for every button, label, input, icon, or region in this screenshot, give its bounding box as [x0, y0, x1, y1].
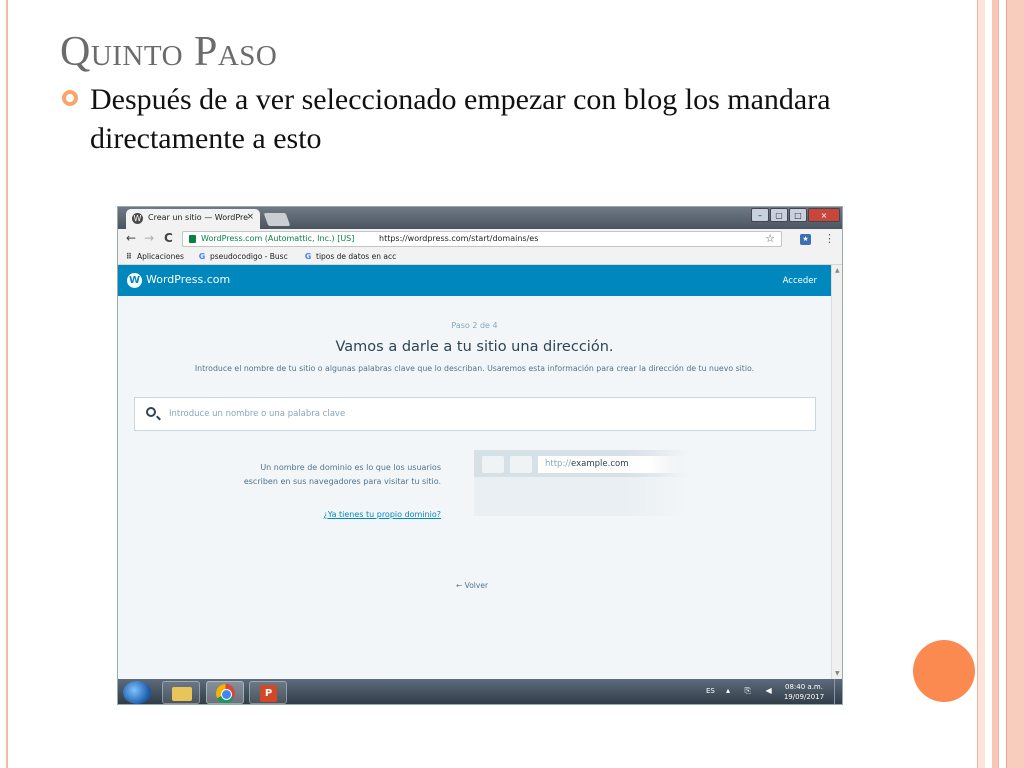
browser-tab[interactable]: W Crear un sitio — WordPre ×: [126, 209, 260, 229]
slide-right-band: [1006, 0, 1024, 768]
illustration-url-domain: example.com: [571, 459, 629, 469]
slide-bullet-text: Después de a ver seleccionado empezar co…: [90, 83, 831, 155]
domain-search-box[interactable]: [134, 397, 816, 431]
browser-illustration: http://example.com: [474, 450, 688, 516]
taskbar-chrome[interactable]: [206, 681, 244, 704]
show-desktop-button[interactable]: [834, 679, 842, 704]
domain-search-input[interactable]: [169, 407, 769, 421]
reload-icon[interactable]: C: [164, 232, 173, 245]
windows-taskbar: P ES ▴ ⎘ ◀ 08:40 a.m. 19/09/2017: [118, 679, 842, 704]
bookmark-pseudocodigo[interactable]: Gpseudocodigo - Busc: [198, 252, 288, 261]
folder-icon: [172, 687, 192, 701]
browser-toolbar: ← → C WordPress.com (Automattic, Inc.) […: [118, 229, 842, 249]
wordpress-brand[interactable]: WordPress.com: [146, 273, 230, 286]
new-tab-button[interactable]: [263, 213, 291, 226]
illustration-button: [482, 456, 504, 473]
secure-origin-label: WordPress.com (Automattic, Inc.) [US]: [201, 234, 355, 243]
bookmarks-bar: ⠿ Aplicaciones Gpseudocodigo - Busc Gtipo…: [118, 249, 842, 265]
tab-close-icon[interactable]: ×: [246, 212, 254, 222]
page-subheading: Introduce el nombre de tu sitio o alguna…: [194, 364, 755, 373]
tab-title: Crear un sitio — WordPre: [148, 213, 249, 222]
language-indicator[interactable]: ES: [706, 687, 715, 695]
wordpress-logo-icon[interactable]: W: [127, 273, 142, 288]
wordpress-header: W WordPress.com Acceder: [118, 265, 831, 296]
google-icon: G: [304, 252, 312, 261]
wordpress-favicon-icon: W: [132, 213, 143, 224]
close-window-button[interactable]: ×: [808, 208, 840, 222]
bookmark-tipos-de-datos[interactable]: Gtipos de datos en acc: [304, 252, 397, 261]
scroll-up-icon[interactable]: ▲: [835, 267, 840, 274]
bookmark-apps[interactable]: ⠿ Aplicaciones: [125, 252, 184, 261]
address-bar[interactable]: WordPress.com (Automattic, Inc.) [US] ht…: [182, 231, 782, 247]
clock-time: 08:40 a.m.: [785, 683, 823, 691]
system-clock[interactable]: 08:40 a.m. 19/09/2017: [778, 682, 830, 702]
slide-right-band: [977, 0, 985, 768]
url-text[interactable]: https://wordpress.com/start/domains/es: [379, 234, 538, 243]
back-arrow-icon[interactable]: ←: [126, 232, 136, 245]
step-indicator: Paso 2 de 4: [451, 321, 498, 330]
slide-title: Quinto Paso: [60, 29, 278, 75]
google-icon: G: [198, 252, 206, 261]
search-icon: [146, 407, 156, 417]
clock-date: 19/09/2017: [783, 693, 825, 701]
illustration-bar: http://example.com: [474, 450, 688, 477]
minimize-button[interactable]: ▢: [770, 208, 788, 222]
illustration-url-prefix: http://: [545, 459, 572, 469]
forward-arrow-icon[interactable]: →: [144, 232, 154, 245]
page-heading: Vamos a darle a tu sitio una dirección.: [335, 339, 614, 355]
scroll-down-icon[interactable]: ▼: [835, 670, 840, 677]
chrome-icon: [216, 684, 235, 703]
slide-right-band: [998, 0, 1006, 768]
taskbar-powerpoint[interactable]: P: [249, 681, 287, 704]
bookmark-star-icon[interactable]: ☆: [765, 232, 775, 245]
maximize-button[interactable]: □: [789, 208, 807, 222]
browser-tab-bar: W Crear un sitio — WordPre × – ▢ □ ×: [118, 207, 842, 229]
domain-info-text: Un nombre de dominio es lo que los usuar…: [243, 463, 441, 486]
illustration-button: [510, 456, 532, 473]
extension-icon[interactable]: ★: [800, 234, 811, 245]
illustration-url: http://example.com: [538, 456, 688, 473]
user-profile-button[interactable]: –: [751, 208, 769, 222]
taskbar-explorer[interactable]: [162, 681, 200, 704]
own-domain-link[interactable]: ¿Ya tienes tu propio dominio?: [238, 510, 441, 519]
start-button[interactable]: [123, 681, 151, 704]
powerpoint-icon: P: [260, 685, 277, 702]
browser-menu-icon[interactable]: ⋮: [824, 232, 835, 245]
apps-icon: ⠿: [125, 252, 133, 261]
lock-icon: [189, 235, 196, 243]
bookmark-label: Aplicaciones: [137, 252, 184, 261]
slide-left-rule: [6, 0, 8, 768]
slide-right-band: [985, 0, 992, 768]
bookmark-label: pseudocodigo - Busc: [210, 252, 288, 261]
login-link[interactable]: Acceder: [783, 276, 817, 286]
bookmark-label: tipos de datos en acc: [316, 252, 397, 261]
decorative-circle: [913, 640, 975, 702]
back-button[interactable]: ← Volver: [456, 581, 488, 590]
page-scrollbar[interactable]: ▲ ▼: [831, 265, 842, 679]
browser-screenshot: W Crear un sitio — WordPre × – ▢ □ × ← →…: [117, 206, 843, 705]
bullet-icon: [62, 90, 78, 106]
tray-icons[interactable]: ▴ ⎘ ◀: [726, 686, 778, 696]
